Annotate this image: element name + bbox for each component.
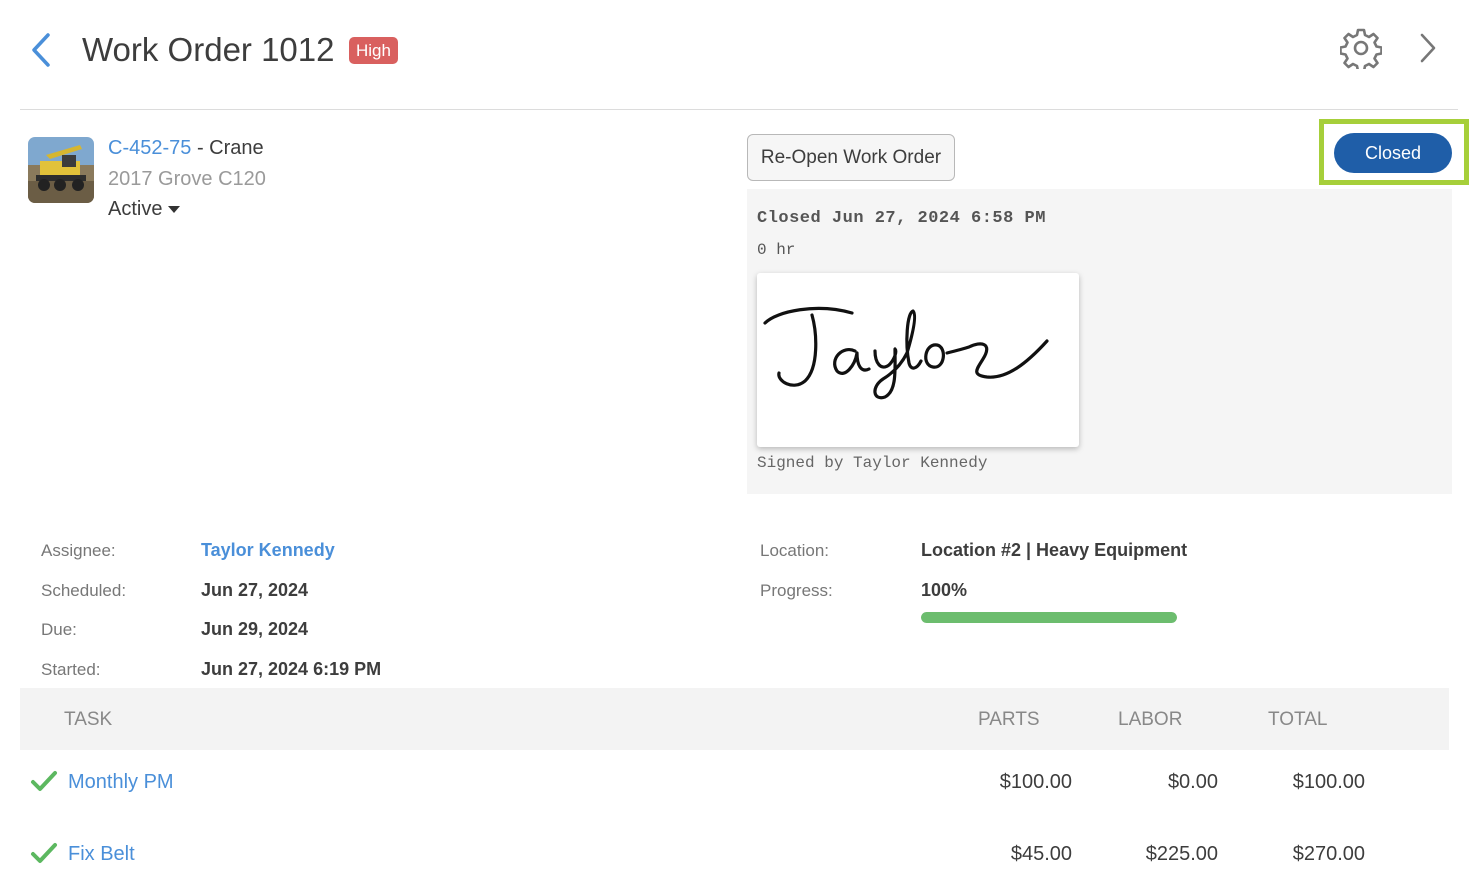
asset-id-link[interactable]: C-452-75: [108, 137, 191, 159]
task-total-cost: $100.00: [1292, 771, 1365, 793]
progress-bar-fill: [921, 612, 1177, 623]
closed-hours: 0 hr: [757, 241, 796, 259]
column-task: TASK: [64, 709, 113, 730]
caret-down-icon: [168, 206, 181, 214]
closed-timestamp: Closed Jun 27, 2024 6:58 PM: [757, 209, 1046, 228]
asset-heading: C-452-75 - Crane: [108, 136, 264, 160]
table-row[interactable]: Monthly PM $100.00 $0.00 $100.00: [20, 760, 1449, 816]
task-total-cost: $270.00: [1292, 843, 1365, 865]
column-total: TOTAL: [1268, 709, 1328, 730]
priority-badge: High: [349, 37, 398, 64]
column-parts: PARTS: [978, 709, 1040, 730]
progress-label: Progress:: [760, 581, 833, 600]
scheduled-label: Scheduled:: [41, 581, 127, 600]
closure-panel: Closed Jun 27, 2024 6:58 PM 0 hr Signed …: [747, 189, 1452, 494]
task-table-header: TASK PARTS LABOR TOTAL: [20, 688, 1449, 750]
task-name-link[interactable]: Monthly PM: [68, 770, 174, 794]
asset-thumbnail[interactable]: [28, 137, 94, 203]
signed-by-text: Signed by Taylor Kennedy: [757, 454, 988, 472]
check-icon: [30, 770, 58, 794]
due-label: Due:: [41, 620, 77, 639]
progress-value: 100%: [921, 580, 968, 600]
asset-model: 2017 Grove C120: [108, 168, 266, 190]
gear-icon[interactable]: [1339, 27, 1383, 73]
reopen-work-order-button[interactable]: Re-Open Work Order: [747, 134, 955, 181]
column-labor: LABOR: [1118, 709, 1183, 730]
task-name-link[interactable]: Fix Belt: [68, 842, 135, 866]
asset-status-label: Active: [108, 198, 163, 220]
started-label: Started:: [41, 660, 101, 679]
signature-image: [757, 273, 1079, 447]
assignee-label: Assignee:: [41, 541, 116, 560]
header: Work Order 1012 High: [0, 0, 1470, 110]
due-value: Jun 29, 2024: [201, 619, 309, 639]
asset-name: Crane: [209, 137, 264, 159]
scheduled-value: Jun 27, 2024: [201, 580, 309, 600]
assignee-link[interactable]: Taylor Kennedy: [201, 539, 335, 561]
asset-separator: -: [191, 137, 210, 159]
table-row[interactable]: Fix Belt $45.00 $225.00 $270.00: [20, 832, 1449, 888]
back-chevron-icon[interactable]: [26, 30, 58, 70]
started-value: Jun 27, 2024 6:19 PM: [201, 659, 382, 679]
task-labor-cost: $225.00: [1145, 843, 1218, 865]
progress-bar: [921, 612, 1177, 623]
asset-status-dropdown[interactable]: Active: [108, 197, 181, 221]
check-icon: [30, 842, 58, 866]
location-label: Location:: [760, 541, 829, 560]
location-value: Location #2 | Heavy Equipment: [921, 540, 1188, 560]
task-labor-cost: $0.00: [1167, 771, 1218, 793]
task-parts-cost: $100.00: [999, 771, 1072, 793]
next-chevron-icon[interactable]: [1412, 30, 1442, 66]
header-divider: [20, 109, 1458, 110]
status-closed-button[interactable]: Closed: [1334, 133, 1452, 173]
page-title: Work Order 1012: [82, 31, 335, 68]
task-parts-cost: $45.00: [1010, 843, 1072, 865]
